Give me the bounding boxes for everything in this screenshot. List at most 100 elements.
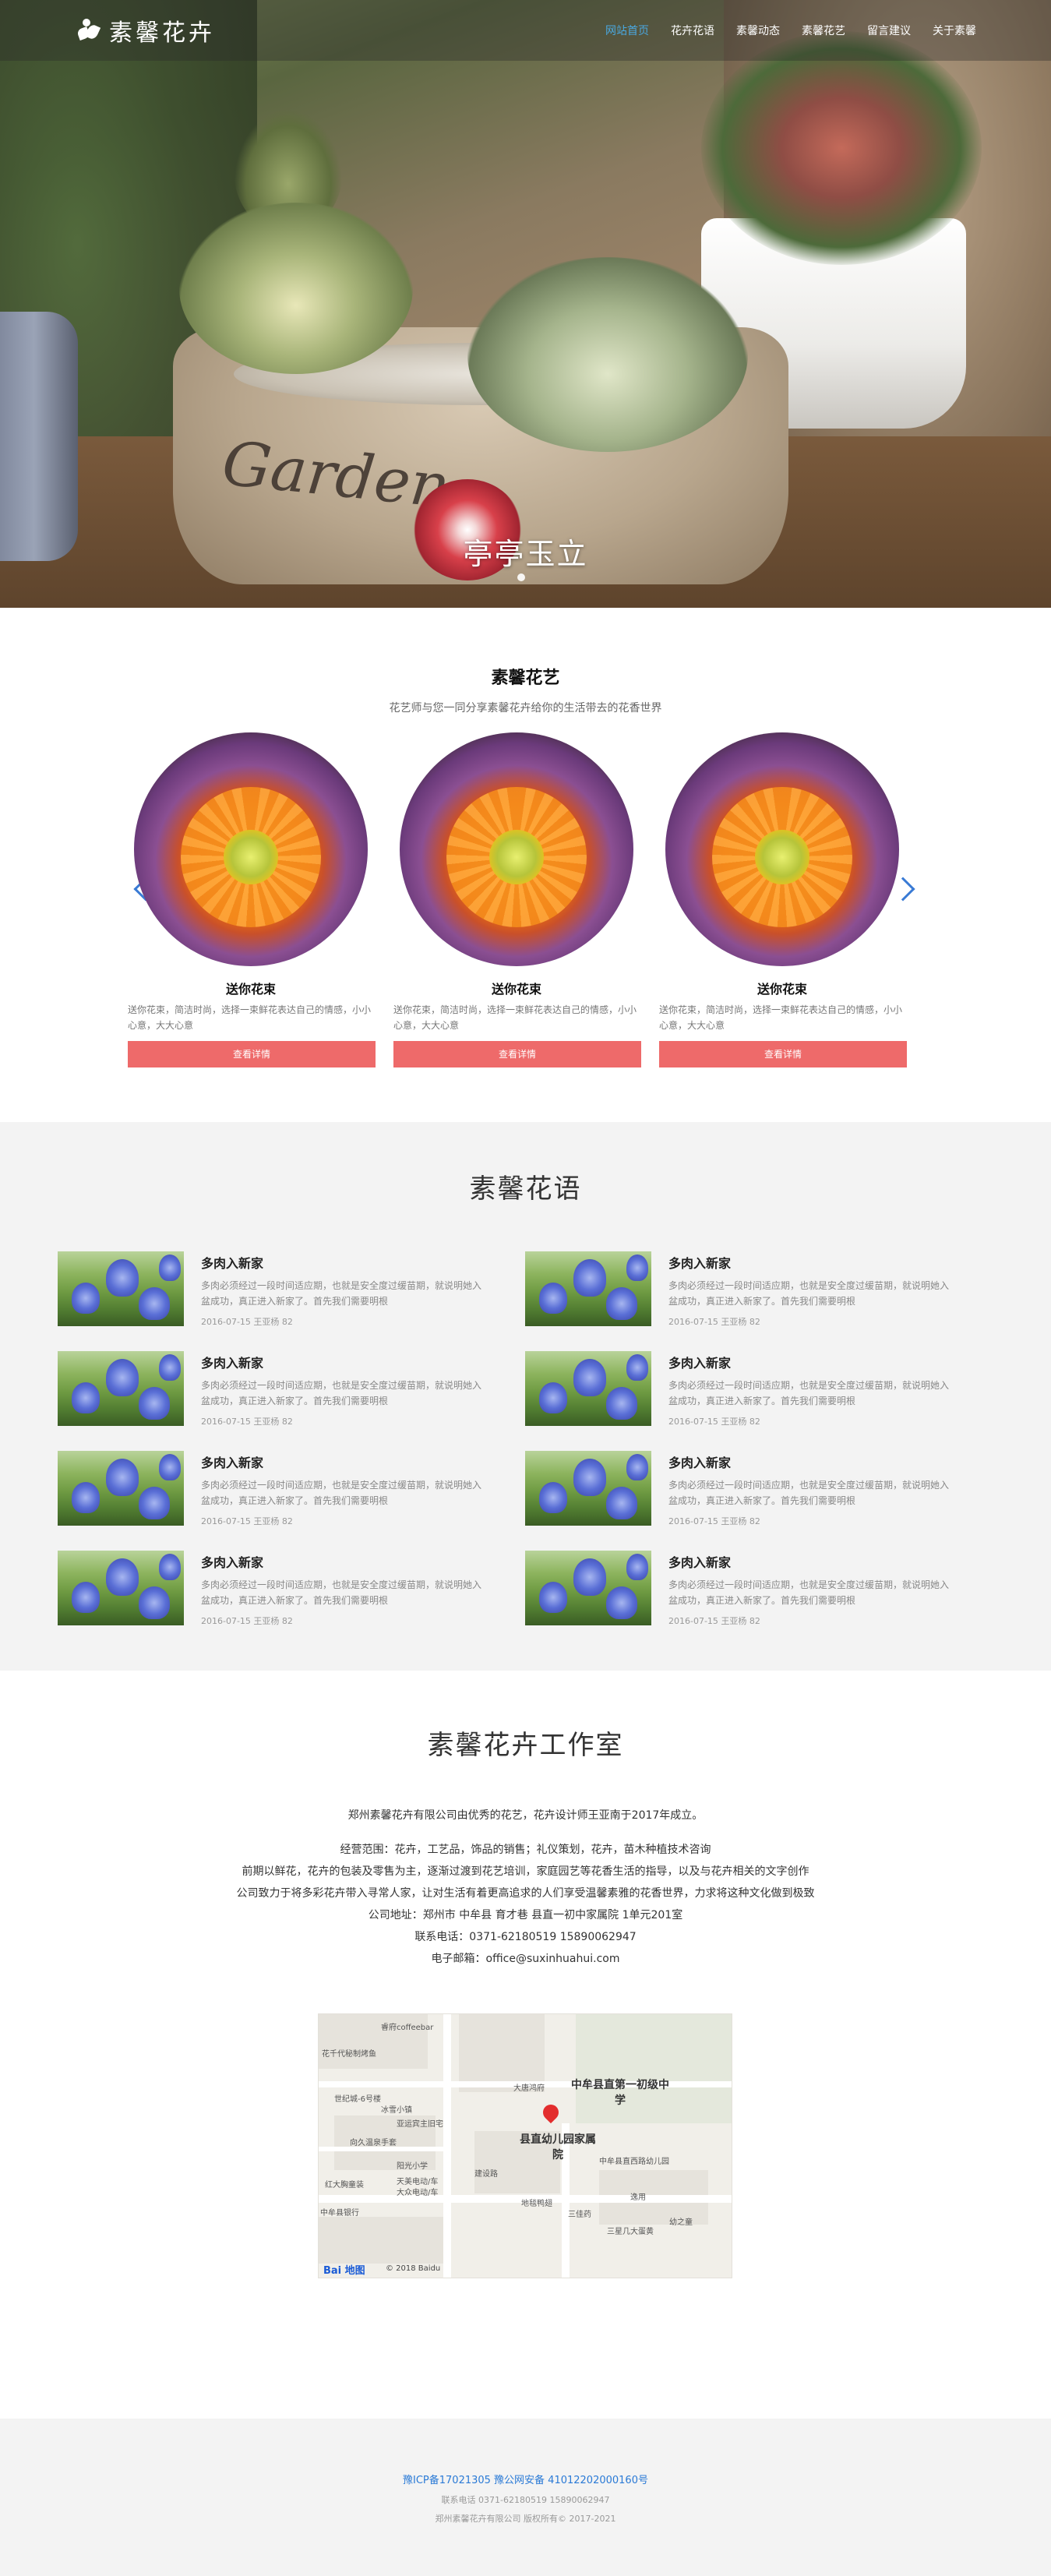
article-title[interactable]: 多肉入新家 — [201, 1353, 263, 1371]
map-school-label: 中牟县直第一初级中学 — [571, 2079, 669, 2107]
article-title[interactable]: 多肉入新家 — [201, 1552, 263, 1571]
view-details-button[interactable]: 查看详情 — [393, 1041, 641, 1067]
view-details-button[interactable]: 查看详情 — [659, 1041, 907, 1067]
studio-email: 电子邮箱：office@suxinhuahui.com — [431, 1953, 620, 1965]
product-desc: 送你花束，简洁时尚，选择一束鲜花表达自己的情感，小小心意，大大心意 — [659, 1004, 903, 1031]
studio-phone: 联系电话：0371-62180519 15890062947 — [414, 1931, 637, 1943]
hero-caption: 亭亭玉立 — [463, 537, 588, 571]
hero-succulent-center — [467, 257, 748, 452]
article-thumbnail — [58, 1351, 184, 1426]
article-item[interactable]: 多肉入新家 多肉必须经过一段时间适应期，也就是安全度过缓苗期，就说明她入盆成功，… — [58, 1351, 481, 1429]
footer-icp-link[interactable]: 豫ICP备17021305 豫公网安备 41012202000160号 — [0, 2472, 1051, 2486]
nav-item-news[interactable]: 素馨动态 — [736, 23, 780, 38]
nav-item-floral-art[interactable]: 素馨花艺 — [802, 23, 845, 38]
logo-title: 素馨花卉 — [109, 19, 215, 47]
article-title[interactable]: 多肉入新家 — [201, 1253, 263, 1272]
article-item[interactable]: 多肉入新家 多肉必须经过一段时间适应期，也就是安全度过缓苗期，就说明她入盆成功，… — [525, 1451, 950, 1529]
footer: 豫ICP备17021305 豫公网安备 41012202000160号 联系电话… — [0, 2419, 1051, 2576]
map-label: 向久温泉手套 — [350, 2139, 397, 2147]
article-item[interactable]: 多肉入新家 多肉必须经过一段时间适应期，也就是安全度过缓苗期，就说明她入盆成功，… — [58, 1251, 482, 1329]
map-pin-icon[interactable] — [539, 2101, 563, 2124]
article-meta: 2016-07-15 王亚杨 82 — [201, 1417, 293, 1427]
section-title: 素馨花语 — [469, 1173, 582, 1205]
article-summary: 多肉必须经过一段时间适应期，也就是安全度过缓苗期，就说明她入盆成功，真正进入新家… — [668, 1480, 950, 1506]
article-thumbnail — [58, 1551, 184, 1625]
map-label: 逸用 — [630, 2193, 646, 2202]
section-flower-language: 素馨花语 多肉入新家 多肉必须经过一段时间适应期，也就是安全度过缓苗期，就说明她… — [0, 1122, 1051, 1671]
studio-intro: 郑州素馨花卉有限公司由优秀的花艺，花卉设计师王亚南于2017年成立。 — [347, 1809, 704, 1822]
nav-menu: 网站首页 花卉花语 素馨动态 素馨花艺 留言建议 关于素馨 — [584, 23, 976, 38]
map-label: 世纪城-6号楼 — [334, 2095, 381, 2104]
page: Garden 亭亭玉立 素馨花卉 网站首页 花卉花语 素馨动态 素馨花艺 留言建… — [0, 0, 1051, 2576]
flower-image — [400, 732, 633, 966]
top-nav: 素馨花卉 网站首页 花卉花语 素馨动态 素馨花艺 留言建议 关于素馨 — [0, 0, 1051, 61]
nav-item-feedback[interactable]: 留言建议 — [867, 23, 911, 38]
article-summary: 多肉必须经过一段时间适应期，也就是安全度过缓苗期，就说明她入盆成功，真正进入新家… — [668, 1280, 950, 1307]
section-floral-art: 素馨花艺 花艺师与您一同分享素馨花卉给你的生活带去的花香世界 送你花束 送你花束… — [0, 608, 1051, 1122]
article-thumbnail — [525, 1551, 651, 1625]
baidu-map[interactable]: 睿府coffeebar 花千代秘制烤鱼 世纪城-6号楼 大唐鸿府 冰雪小镇 亚运… — [318, 2013, 732, 2278]
article-summary: 多肉必须经过一段时间适应期，也就是安全度过缓苗期，就说明她入盆成功，真正进入新家… — [668, 1380, 950, 1406]
article-meta: 2016-07-15 王亚杨 82 — [201, 1616, 293, 1626]
nav-item-home[interactable]: 网站首页 — [605, 23, 649, 38]
article-meta: 2016-07-15 王亚杨 82 — [668, 1616, 760, 1626]
product-name: 送你花束 — [491, 982, 541, 997]
article-item[interactable]: 多肉入新家 多肉必须经过一段时间适应期，也就是安全度过缓苗期，就说明她入盆成功，… — [525, 1551, 950, 1629]
map-label: 大唐鸿府 — [513, 2084, 545, 2093]
studio-story: 前期以鲜花，花卉的包装及零售为主，逐渐过渡到花艺培训，家庭园艺等花香生活的指导，… — [242, 1865, 809, 1878]
article-meta: 2016-07-15 王亚杨 82 — [668, 1317, 760, 1327]
article-thumbnail — [58, 1451, 184, 1526]
map-label: 建设路 — [474, 2170, 498, 2179]
product-desc: 送你花束，简洁时尚，选择一束鲜花表达自己的情感，小小心意，大大心意 — [128, 1004, 372, 1031]
article-meta: 2016-07-15 王亚杨 82 — [201, 1317, 293, 1327]
article-summary: 多肉必须经过一段时间适应期，也就是安全度过缓苗期，就说明她入盆成功，真正进入新家… — [201, 1280, 482, 1307]
logo[interactable]: 素馨花卉 — [75, 14, 215, 47]
product-desc: 送你花束，简洁时尚，选择一束鲜花表达自己的情感，小小心意，大大心意 — [393, 1004, 637, 1031]
map-label: 花千代秘制烤鱼 — [322, 2050, 376, 2059]
article-meta: 2016-07-15 王亚杨 82 — [668, 1417, 760, 1427]
article-item[interactable]: 多肉入新家 多肉必须经过一段时间适应期，也就是安全度过缓苗期，就说明她入盆成功，… — [58, 1451, 482, 1529]
carousel-dot[interactable] — [517, 573, 525, 581]
footer-copyright: 郑州素馨花卉有限公司 版权所有© 2017-2021 — [435, 2514, 616, 2524]
hero-succulent-red — [701, 31, 982, 265]
article-title[interactable]: 多肉入新家 — [668, 1552, 731, 1571]
map-label: 地毯鸭翅 — [521, 2200, 552, 2208]
map-label: 天美电动/车 — [397, 2178, 439, 2186]
article-meta: 2016-07-15 王亚杨 82 — [668, 1516, 760, 1526]
article-summary: 多肉必须经过一段时间适应期，也就是安全度过缓苗期，就说明她入盆成功，真正进入新家… — [668, 1579, 950, 1606]
hero-banner[interactable]: Garden 亭亭玉立 — [0, 0, 1051, 608]
map-label: 幼之童 — [669, 2218, 693, 2227]
map-label: 中牟县直西路幼儿园 — [599, 2158, 669, 2166]
baidu-logo[interactable]: Bai 地图 — [323, 2262, 365, 2277]
article-title[interactable]: 多肉入新家 — [668, 1353, 731, 1371]
nav-item-flower-language[interactable]: 花卉花语 — [671, 23, 714, 38]
article-title[interactable]: 多肉入新家 — [668, 1253, 731, 1272]
article-thumbnail — [58, 1251, 184, 1326]
map-label: 睿府coffeebar — [381, 2024, 434, 2032]
article-thumbnail — [525, 1251, 651, 1326]
section-subtitle: 花艺师与您一同分享素馨花卉给你的生活带去的花香世界 — [389, 702, 662, 715]
nav-item-about[interactable]: 关于素馨 — [933, 23, 976, 38]
article-title[interactable]: 多肉入新家 — [668, 1452, 731, 1471]
article-summary: 多肉必须经过一段时间适应期，也就是安全度过缓苗期，就说明她入盆成功，真正进入新家… — [201, 1480, 482, 1506]
article-thumbnail — [525, 1351, 651, 1426]
map-label: 冰雪小镇 — [381, 2106, 412, 2115]
flower-image — [665, 732, 899, 966]
product-name: 送你花束 — [757, 982, 807, 997]
article-item[interactable]: 多肉入新家 多肉必须经过一段时间适应期，也就是安全度过缓苗期，就说明她入盆成功，… — [58, 1551, 481, 1629]
article-meta: 2016-07-15 王亚杨 82 — [201, 1516, 293, 1526]
product-name: 送你花束 — [225, 982, 276, 997]
studio-mission: 公司致力于将多彩花卉带入寻常人家，让对生活有着更高追求的人们享受温馨素雅的花香世… — [236, 1887, 815, 1900]
section-title: 素馨花卉工作室 — [427, 1730, 624, 1761]
article-title[interactable]: 多肉入新家 — [201, 1452, 263, 1471]
hero-succulent-left — [179, 203, 413, 374]
article-item[interactable]: 多肉入新家 多肉必须经过一段时间适应期，也就是安全度过缓苗期，就说明她入盆成功，… — [525, 1251, 950, 1329]
map-label: 三星几大蛋黄 — [607, 2228, 654, 2236]
view-details-button[interactable]: 查看详情 — [128, 1041, 376, 1067]
studio-scope: 经营范围：花卉，工艺品，饰品的销售；礼仪策划，花卉，苗木种植技术咨询 — [340, 1844, 711, 1856]
studio-info: 郑州素馨花卉有限公司由优秀的花艺，花卉设计师王亚南于2017年成立。 经营范围：… — [0, 1805, 1051, 1970]
section-title: 素馨花艺 — [491, 669, 560, 688]
section-studio: 素馨花卉工作室 郑州素馨花卉有限公司由优秀的花艺，花卉设计师王亚南于2017年成… — [0, 1671, 1051, 2419]
flower-logo-icon — [75, 17, 101, 44]
article-item[interactable]: 多肉入新家 多肉必须经过一段时间适应期，也就是安全度过缓苗期，就说明她入盆成功，… — [525, 1351, 950, 1429]
